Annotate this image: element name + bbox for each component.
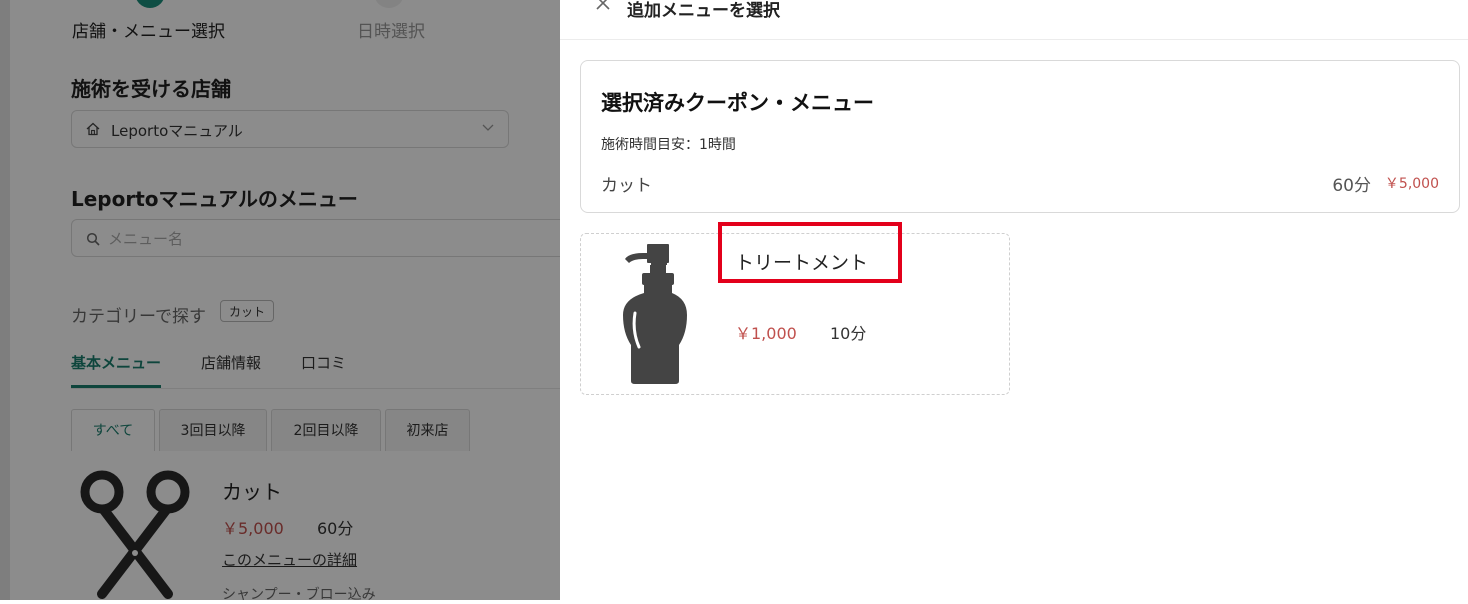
pump-bottle-icon [623,244,687,384]
selected-menu-card: 選択済みクーポン・メニュー 施術時間目安：1時間 カット 60分 ￥5,000 [580,60,1460,213]
selected-card-title: 選択済みクーポン・メニュー [601,91,874,115]
option-price: ￥1,000 [735,324,797,343]
selected-item-price: ￥5,000 [1384,176,1439,192]
drawer-header-divider [560,39,1468,40]
option-card-treatment[interactable]: トリートメント ￥1,000 10分 [580,233,1010,395]
additional-menu-drawer: 追加メニューを選択 選択済みクーポン・メニュー 施術時間目安：1時間 カット 6… [560,0,1468,600]
selected-item-name: カット [601,176,652,196]
treatment-time-estimate: 施術時間目安：1時間 [601,137,736,153]
option-name: トリートメント [735,252,869,274]
modal-backdrop[interactable] [0,0,560,600]
option-duration: 10分 [830,324,867,343]
close-icon[interactable] [594,0,612,12]
drawer-title: 追加メニューを選択 [627,1,780,21]
selected-item-duration: 60分 [1332,176,1371,196]
